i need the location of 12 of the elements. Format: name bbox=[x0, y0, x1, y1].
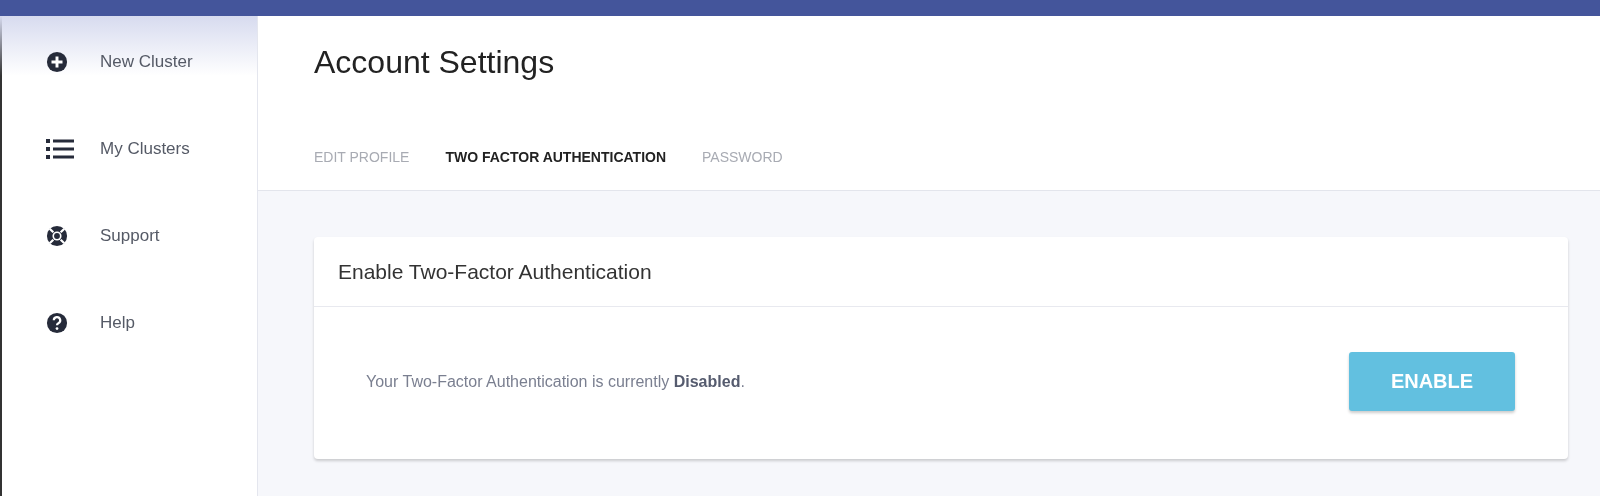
help-icon bbox=[46, 311, 68, 334]
sidebar-item[interactable]: My Clusters bbox=[100, 138, 190, 159]
status-message: Your Two-Factor Authentication is currently Disabled. bbox=[366, 372, 745, 391]
sidebar-item[interactable]: Help bbox=[100, 312, 135, 333]
card-title: Enable Two-Factor Authentication bbox=[338, 259, 652, 284]
lifebuoy-icon bbox=[46, 224, 68, 247]
tab[interactable]: TWO FACTOR AUTHENTICATION bbox=[445, 149, 667, 165]
sidebar-item[interactable]: New Cluster bbox=[100, 51, 193, 72]
add-circle-icon bbox=[46, 50, 68, 73]
page-title: Account Settings bbox=[314, 44, 556, 81]
sidebar-item[interactable]: Support bbox=[100, 225, 160, 246]
list-icon bbox=[46, 137, 74, 160]
